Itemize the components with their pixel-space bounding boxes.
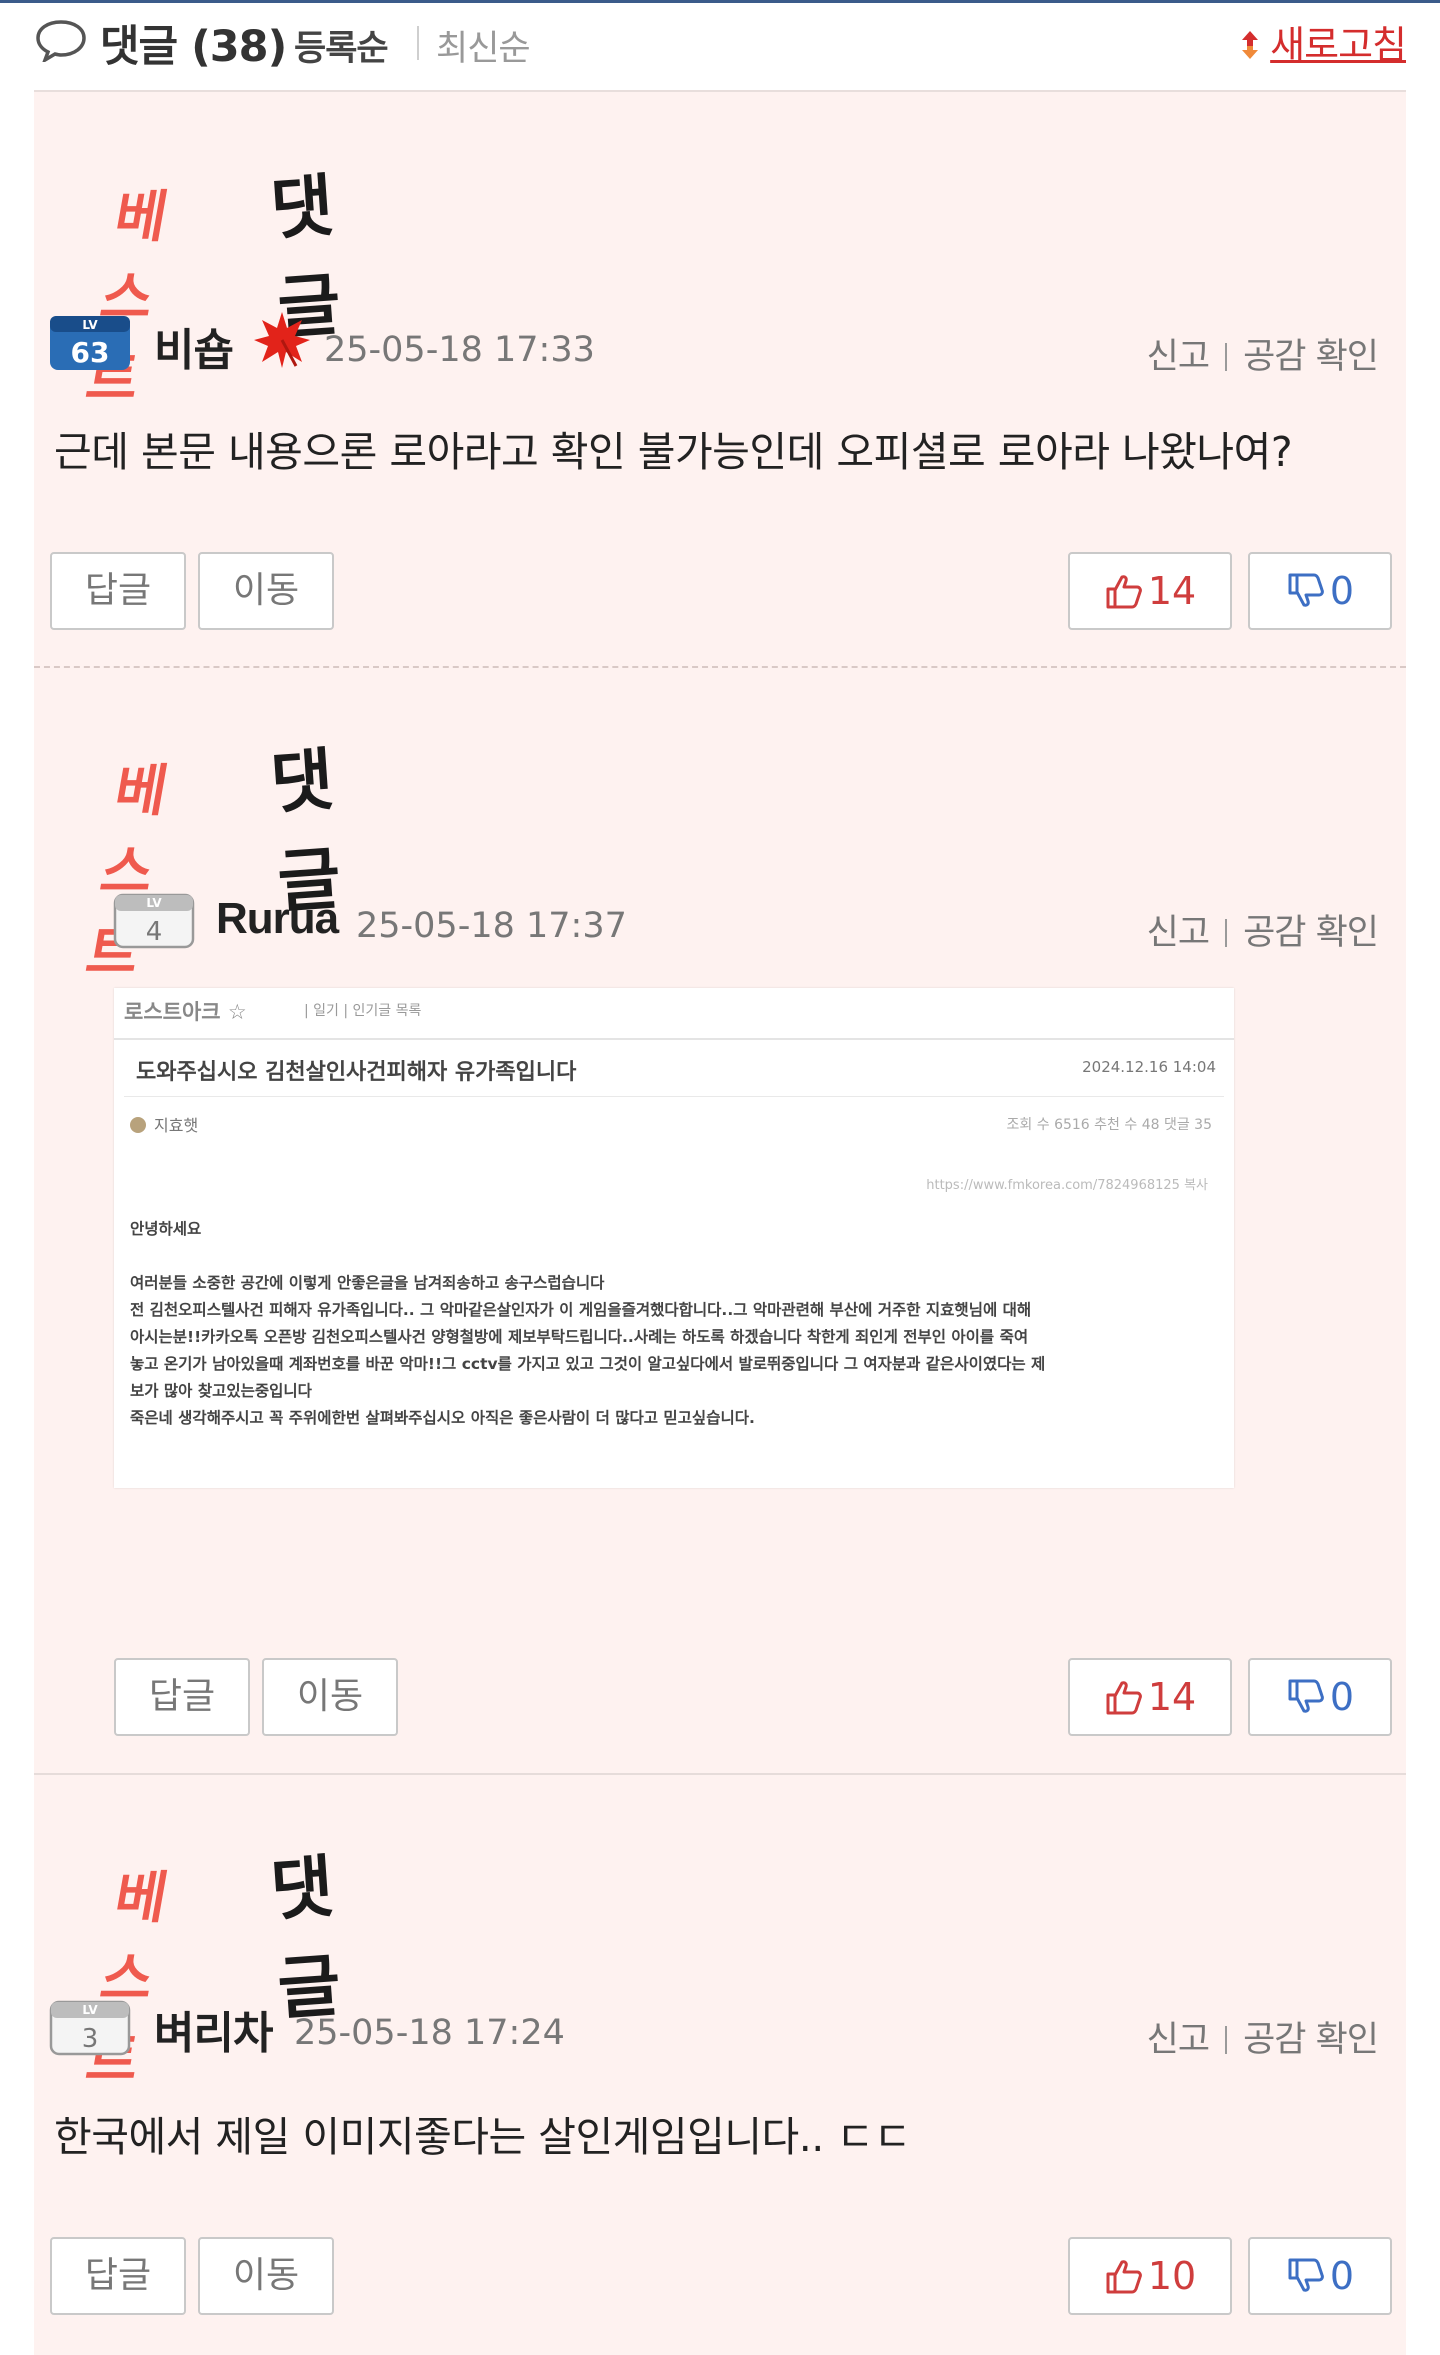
downvote-button[interactable]: 0 <box>1248 1658 1392 1736</box>
screenshot-body: 안녕하세요 여러분들 소중한 공간에 이렇게 안좋은글을 남겨죄송하고 송구스럽… <box>130 1216 1220 1432</box>
move-button[interactable]: 이동 <box>262 1658 398 1736</box>
top-border <box>0 0 1440 3</box>
upvote-button[interactable]: 10 <box>1068 2237 1232 2315</box>
level-badge-number: 4 <box>146 917 163 947</box>
move-button[interactable]: 이동 <box>198 2237 334 2315</box>
screenshot-divider <box>114 1038 1234 1040</box>
best-comment: 베스트 댓글 LV 3 벼리차 25-05-18 17:24 신고 공감 확인 한… <box>34 1775 1406 2355</box>
downvote-button[interactable]: 0 <box>1248 552 1392 630</box>
comment-actions: 신고 공감 확인 <box>1147 328 1379 379</box>
screenshot-board-name: 로스트아크 ☆ <box>124 1000 247 1024</box>
level-badge-label: LV <box>82 2003 98 2017</box>
downvote-count: 0 <box>1329 1675 1355 1719</box>
thumbs-down-icon <box>1288 573 1324 607</box>
thumbs-up-icon <box>1106 2260 1142 2294</box>
comment-date: 25-05-18 17:33 <box>324 330 595 370</box>
level-badge-number: 63 <box>71 336 110 369</box>
level-badge-label: LV <box>146 896 162 910</box>
screenshot-url: https://www.fmkorea.com/7824968125 복사 <box>926 1178 1208 1193</box>
comment-actions: 신고 공감 확인 <box>1147 904 1379 955</box>
upvote-button[interactable]: 14 <box>1068 552 1232 630</box>
check-likes-link[interactable]: 공감 확인 <box>1243 913 1379 953</box>
screenshot-author-name: 지효햇 <box>154 1116 199 1135</box>
action-divider <box>1225 2026 1228 2054</box>
thumbs-down-icon <box>1288 2258 1324 2292</box>
screenshot-line: 여러분들 소중한 공간에 이렇게 안좋은글을 남겨죄송하고 송구스럽습니다 <box>130 1274 605 1292</box>
screenshot-divider <box>124 1096 1224 1097</box>
screenshot-post-date: 2024.12.16 14:04 <box>1082 1058 1216 1076</box>
best-comment: 베스트 댓글 LV 4 Rurua 25-05-18 17:37 신고 공감 확인… <box>34 668 1406 1775</box>
comment-date: 25-05-18 17:24 <box>294 2013 565 2053</box>
action-divider <box>1225 343 1228 371</box>
report-link[interactable]: 신고 <box>1147 2020 1210 2060</box>
level-badge-label: LV <box>82 318 98 332</box>
comments-title: 댓글 (38) <box>100 12 287 74</box>
screenshot-line: 전 김천오피스텔사건 피해자 유가족입니다.. 그 악마같은살인자가 이 게임을… <box>130 1301 1032 1319</box>
refresh-icon <box>1242 31 1259 59</box>
reply-button[interactable]: 답글 <box>50 552 186 630</box>
downvote-count: 0 <box>1329 569 1355 613</box>
downvote-count: 0 <box>1329 2254 1355 2298</box>
comment-text: 한국에서 제일 이미지좋다는 살인게임입니다.. ㄷㄷ <box>54 2113 911 2161</box>
level-badge-number: 3 <box>82 2024 99 2054</box>
screenshot-line: 아시는분!!카카오톡 오픈방 김천오피스텔사건 양형철방에 제보부탁드립니다..… <box>130 1328 1029 1346</box>
level-badge-icon: LV 63 <box>50 316 130 370</box>
comment-text: 근데 본문 내용으론 로아라고 확인 불가능인데 오피셜로 로아라 나왔나여? <box>54 428 1293 476</box>
screenshot-stats: 조회 수 6516 추천 수 48 댓글 35 <box>1006 1117 1212 1133</box>
screenshot-post-title: 도와주십시오 김천살인사건피해자 유가족입니다 <box>136 1060 577 1085</box>
upvote-count: 10 <box>1147 2254 1197 2298</box>
thumbs-up-icon <box>1106 1681 1142 1715</box>
downvote-button[interactable]: 0 <box>1248 2237 1392 2315</box>
comment-username[interactable]: 벼리차 <box>154 1997 273 2061</box>
check-likes-link[interactable]: 공감 확인 <box>1243 2020 1379 2060</box>
upvote-count: 14 <box>1147 569 1197 613</box>
comment-actions: 신고 공감 확인 <box>1147 2011 1379 2062</box>
best-badge-red: 베스트 <box>81 185 171 412</box>
level-badge-icon: LV 3 <box>49 2000 131 2056</box>
comment-username[interactable]: Rurua <box>216 894 339 944</box>
upvote-button[interactable]: 14 <box>1068 1658 1232 1736</box>
report-link[interactable]: 신고 <box>1147 913 1210 953</box>
sort-newest-tab[interactable]: 최신순 <box>436 20 531 71</box>
thumbs-down-icon <box>1288 1679 1324 1713</box>
best-badge-black: 댓글 <box>268 1848 340 2030</box>
screenshot-line: 죽은네 생각해주시고 꼭 주위에한번 살펴봐주십시오 아직은 좋은사람이 더 많… <box>130 1409 755 1427</box>
reply-button[interactable]: 답글 <box>50 2237 186 2315</box>
screenshot-line <box>130 1243 1220 1270</box>
screenshot-line: 안녕하세요 <box>130 1220 202 1238</box>
comment-count: (38) <box>191 22 287 72</box>
author-avatar <box>130 1117 146 1133</box>
best-comment: 베스트 댓글 LV 63 비숍 25-05-18 17:33 신고 공감 확인 근… <box>34 90 1406 668</box>
level-badge-icon: LV 4 <box>113 893 195 949</box>
comment-date: 25-05-18 17:37 <box>356 906 627 946</box>
comment-username[interactable]: 비숍 <box>154 314 234 378</box>
best-badge-red: 베스트 <box>81 759 171 986</box>
comments-header: 댓글 (38) 등록순 최신순 새로고침 <box>34 10 1407 74</box>
screenshot-board-tabs: | 일기 | 인기글 목록 <box>304 1003 422 1019</box>
screenshot-line: 보가 많아 찾고있는중입니다 <box>130 1382 312 1400</box>
sort-divider <box>417 26 419 60</box>
refresh-link[interactable]: 새로고침 <box>1236 14 1407 69</box>
check-likes-link[interactable]: 공감 확인 <box>1243 337 1379 377</box>
reply-button[interactable]: 답글 <box>114 1658 250 1736</box>
refresh-label: 새로고침 <box>1270 23 1407 67</box>
screenshot-author: 지효햇 <box>130 1112 198 1136</box>
sort-oldest-tab[interactable]: 등록순 <box>294 20 389 71</box>
screenshot-line: 놓고 온기가 남아있을때 계좌번호를 바꾼 악마!!그 cctv를 가지고 있고… <box>130 1355 1046 1373</box>
maple-leaf-icon <box>254 312 310 368</box>
action-divider <box>1225 919 1228 947</box>
attached-screenshot[interactable]: 로스트아크 ☆ | 일기 | 인기글 목록 도와주십시오 김천살인사건피해자 유… <box>114 988 1234 1488</box>
upvote-count: 14 <box>1147 1675 1197 1719</box>
thumbs-up-icon <box>1106 575 1142 609</box>
move-button[interactable]: 이동 <box>198 552 334 630</box>
report-link[interactable]: 신고 <box>1147 337 1210 377</box>
speech-bubble-icon <box>36 20 86 62</box>
comments-title-label: 댓글 <box>100 22 178 72</box>
